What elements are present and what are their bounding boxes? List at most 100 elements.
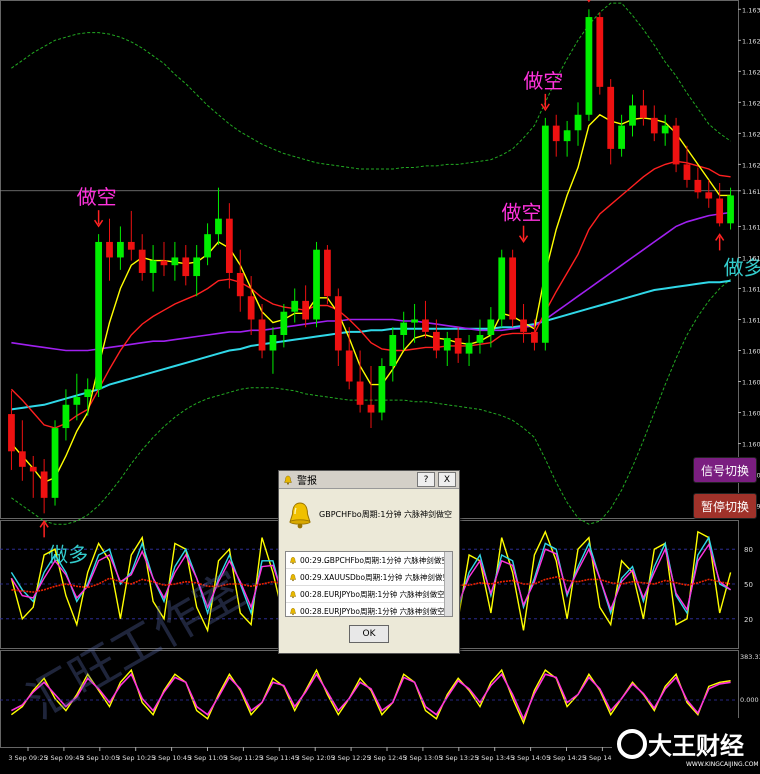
candle <box>585 9 593 121</box>
candle-body <box>574 114 582 131</box>
candle-body <box>432 331 440 351</box>
list-item[interactable]: 00:29... XAUUSDbo周期:1分钟 六脉神剑做空 <box>286 569 452 586</box>
candle-body <box>727 195 734 224</box>
candle-body <box>324 249 331 297</box>
price-label: 1.16020 <box>742 441 760 449</box>
alert-history-list[interactable]: 00:29... GBPCHFbo周期:1分钟 六脉神剑做空 00:29... XAU… <box>285 551 453 617</box>
candle <box>672 117 680 173</box>
candle-body <box>640 105 647 118</box>
candle-body <box>716 198 724 224</box>
time-label: 3 Sep 10:25 <box>116 754 155 762</box>
candle <box>313 241 320 328</box>
time-label: 3 Sep 11:25 <box>224 754 263 762</box>
trading-chart: 做多做空做空做空做空做多 1.163001.162801.162601.1624… <box>0 0 760 770</box>
candle-body <box>313 249 320 320</box>
short-signal-label: 做空 <box>523 69 563 93</box>
candle-body <box>705 192 713 199</box>
alert-time: 00:28... <box>300 589 329 599</box>
candle-body <box>356 381 364 405</box>
price-label: 1.16220 <box>742 130 760 138</box>
candle-body <box>193 257 201 277</box>
candle <box>509 249 517 328</box>
oscillator-level-label: 80 <box>744 546 753 554</box>
time-label: 3 Sep 10:45 <box>152 754 191 762</box>
price-label: 1.16120 <box>742 285 760 293</box>
candle-body <box>334 296 342 351</box>
candle-body <box>411 319 418 323</box>
bell-icon <box>289 607 297 615</box>
list-item[interactable]: 00:28... EURJPYbo周期:1分钟 六脉神剑做空 <box>286 586 452 603</box>
candle-body <box>73 397 81 405</box>
time-label: 3 Sep 14:05 <box>511 754 550 762</box>
alert-text: EURJPYbo周期:1分钟 六脉神剑做空 <box>324 589 445 599</box>
candle-body <box>400 322 408 335</box>
candle <box>324 245 331 304</box>
ok-button[interactable]: OK <box>349 625 389 643</box>
candle-body <box>182 257 190 277</box>
chart-canvas: 做多做空做空做空做空做多 1.163001.162801.162601.1624… <box>0 0 760 770</box>
candle-body <box>149 260 157 273</box>
candle-body <box>378 366 386 413</box>
alert-title: 警报 <box>297 476 317 487</box>
candle-body <box>683 164 691 180</box>
short-signal-label: 做空 <box>77 185 117 209</box>
price-label: 1.16060 <box>742 379 760 387</box>
candle-body <box>302 300 310 320</box>
time-label: 3 Sep 09:45 <box>44 754 83 762</box>
candle-body <box>607 86 615 149</box>
candle <box>596 12 604 95</box>
candle-body <box>236 272 244 297</box>
time-label: 3 Sep 13:05 <box>403 754 442 762</box>
candle-body <box>95 241 102 390</box>
candle-body <box>51 428 59 498</box>
price-label: 1.16280 <box>742 37 760 45</box>
candle-body <box>694 179 702 193</box>
price-label: 1.16183 <box>742 188 760 196</box>
candle-body <box>650 117 658 134</box>
time-label: 3 Sep 11:45 <box>260 754 299 762</box>
price-label: 1.16040 <box>742 410 760 418</box>
candle-body <box>345 350 353 382</box>
price-label: 1.16260 <box>742 68 760 76</box>
candle-body <box>258 319 266 351</box>
alert-time: 00:29... <box>300 555 329 565</box>
candle-body <box>520 319 527 332</box>
candle-body <box>62 404 70 429</box>
help-button[interactable]: ? <box>417 472 435 487</box>
candle-body <box>247 296 255 320</box>
list-item[interactable]: 00:29... GBPCHFbo周期:1分钟 六脉神剑做空 <box>286 552 452 569</box>
list-item[interactable]: 00:28... EURJPYbo周期:1分钟 六脉神剑做空 <box>286 603 452 616</box>
alert-dialog: 警报 ? X GBPCHFbo周期:1分钟 六脉神剑做空 00:29... GBP… <box>278 470 460 654</box>
candle-body <box>541 125 549 343</box>
candle-body <box>204 234 211 258</box>
candle-body <box>454 338 462 354</box>
candle-body <box>18 451 26 467</box>
alert-titlebar[interactable]: 警报 ? X <box>279 471 459 489</box>
candle <box>541 117 549 351</box>
candle-body <box>367 404 375 413</box>
pause-toggle-button[interactable]: 暂停切换 <box>693 493 757 519</box>
candle-body <box>160 260 168 266</box>
lower-panel-top-label: 383.3331 <box>740 653 760 661</box>
oscillator-level-label: 50 <box>744 581 753 589</box>
close-button[interactable]: X <box>438 472 456 487</box>
candle-body <box>563 130 571 142</box>
time-label: 3 Sep 13:25 <box>439 754 478 762</box>
candle-body <box>443 338 451 351</box>
candle-body <box>531 331 538 343</box>
candle-body <box>269 334 277 351</box>
signal-toggle-button[interactable]: 信号切换 <box>693 457 757 483</box>
candle-body <box>465 342 473 354</box>
bell-icon <box>289 573 297 581</box>
alert-time: 00:29... <box>300 572 329 582</box>
candle-body <box>40 471 48 498</box>
time-label: 3 Sep 12:25 <box>331 754 370 762</box>
candle-body <box>596 17 604 87</box>
time-label: 3 Sep 11:05 <box>188 754 227 762</box>
scrollbar[interactable] <box>444 552 452 616</box>
time-label: 3 Sep 09:25 <box>8 754 47 762</box>
candle-body <box>672 125 680 165</box>
short-signal-label: 做空 <box>502 201 542 225</box>
candle-body <box>552 125 560 142</box>
alert-time: 00:28... <box>300 606 329 616</box>
